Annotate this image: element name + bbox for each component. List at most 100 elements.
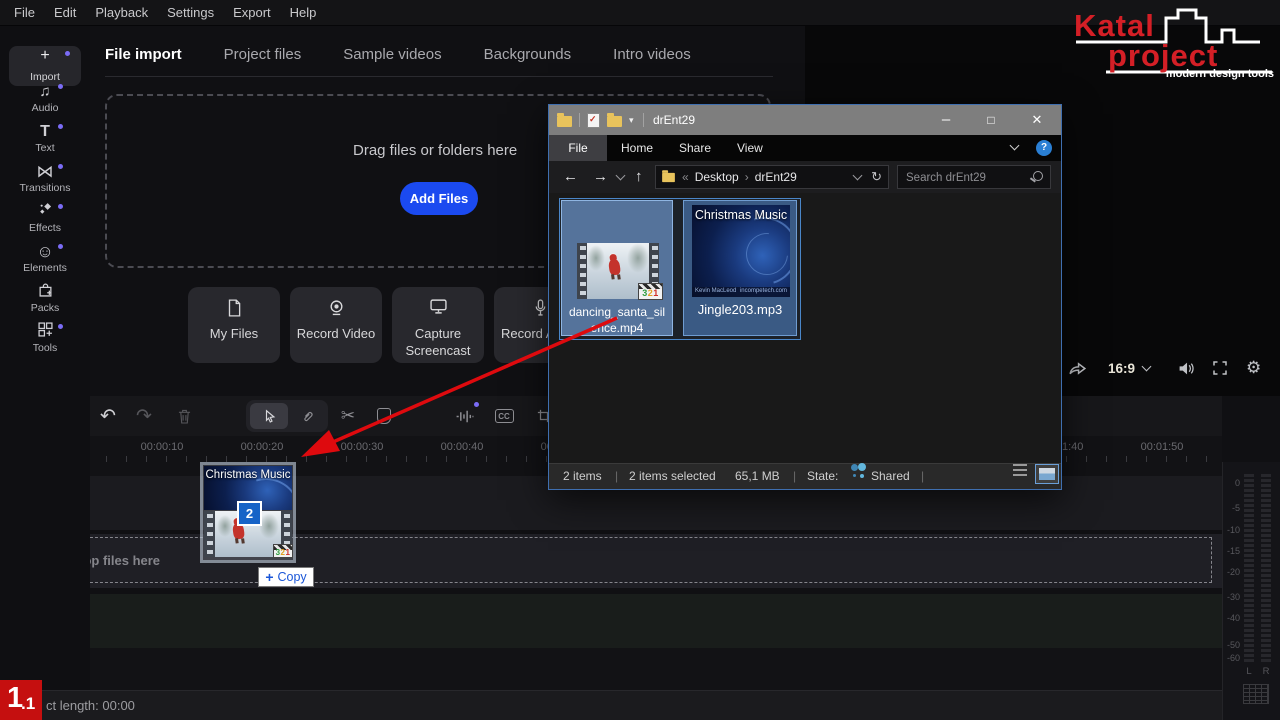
file-list-area[interactable]: 321 dancing_santa_sil ence.mp4 Christmas… <box>549 193 1061 463</box>
sidebar-item-transitions[interactable]: ⋈ Transitions <box>0 162 90 200</box>
volume-icon[interactable] <box>1178 356 1200 380</box>
search-input[interactable] <box>904 168 1028 188</box>
maximize-button[interactable]: □ <box>976 105 1006 135</box>
meter-scale-label: 0 <box>1234 478 1240 488</box>
tab-project-files[interactable]: Project files <box>224 46 302 63</box>
ribbon-tab-share[interactable]: Share <box>679 135 711 161</box>
tab-backgrounds[interactable]: Backgrounds <box>484 46 572 63</box>
minimize-button[interactable]: – <box>931 105 961 135</box>
close-button[interactable]: ✕ <box>1022 105 1052 135</box>
new-folder-icon[interactable] <box>607 113 622 127</box>
ruler-label: 00:00:30 <box>340 441 384 453</box>
captions-icon[interactable]: CC <box>492 404 516 428</box>
sidebar-item-label: Text <box>35 142 55 154</box>
undo-icon[interactable]: ↶ <box>96 404 120 428</box>
delete-trash-icon[interactable] <box>172 404 196 428</box>
ribbon-tab-home[interactable]: Home <box>621 135 653 161</box>
up-button[interactable]: ↑ <box>635 161 643 193</box>
santa-figure <box>607 258 622 276</box>
edit-mode-group <box>246 400 328 432</box>
my-files-button[interactable]: My Files <box>188 287 280 363</box>
aspect-ratio-selector[interactable]: 16:9 <box>1108 356 1152 380</box>
timeline-lower-area <box>0 648 1222 690</box>
film-sprocket <box>204 511 215 557</box>
record-video-button[interactable]: Record Video <box>290 287 382 363</box>
attach-clip-icon[interactable] <box>296 404 320 428</box>
breadcrumb-desktop[interactable]: Desktop <box>695 170 739 184</box>
menu-file[interactable]: File <box>14 5 35 20</box>
plus-icon: + <box>265 569 274 585</box>
ribbon-tab-file[interactable]: File <box>549 135 607 161</box>
mixer-grid-icon[interactable] <box>1243 684 1269 704</box>
redo-icon[interactable]: ↷ <box>132 404 156 428</box>
sidebar-item-import[interactable]: + Import <box>9 46 81 86</box>
address-dropdown-chevron-icon[interactable] <box>852 170 863 181</box>
shield-marker-icon[interactable] <box>372 404 396 428</box>
drop-zone-text: Drag files or folders here <box>353 142 518 159</box>
monitor-icon <box>429 299 447 319</box>
cc-label: CC <box>494 409 514 423</box>
breadcrumb-folder[interactable]: drEnt29 <box>755 170 797 184</box>
file-tile-video[interactable]: 321 dancing_santa_sil ence.mp4 <box>561 200 673 336</box>
thumbnail-view-button[interactable] <box>1035 464 1059 484</box>
meter-scale-label: -10 <box>1226 525 1240 535</box>
credit-site: incompetech.com <box>739 288 787 294</box>
notification-dot <box>58 164 63 169</box>
search-magnifier-icon[interactable] <box>1033 171 1043 181</box>
document-icon <box>227 299 241 319</box>
menu-edit[interactable]: Edit <box>54 5 76 20</box>
meter-scale-label: -50 <box>1226 640 1240 650</box>
ribbon-tabs: File Home Share View ? <box>549 135 1061 161</box>
sidebar-item-tools[interactable]: Tools <box>0 322 90 360</box>
menu-export[interactable]: Export <box>233 5 271 20</box>
sidebar-item-packs[interactable]: Packs <box>0 282 90 320</box>
add-files-button[interactable]: Add Files <box>400 182 478 215</box>
drag-count-badge: 2 <box>237 501 262 526</box>
video-track-2-active: ✳ Drop files here <box>0 534 1222 588</box>
window-folder-icon <box>557 113 572 127</box>
explorer-status-bar: 2 items | 2 items selected 65,1 MB | Sta… <box>549 463 1061 489</box>
refresh-icon[interactable]: ↻ <box>871 169 882 185</box>
history-chevron-icon[interactable] <box>615 170 626 181</box>
list-view-icon[interactable] <box>1013 464 1027 477</box>
properties-icon[interactable] <box>587 113 600 128</box>
tab-file-import[interactable]: File import <box>105 46 182 63</box>
menu-playback[interactable]: Playback <box>95 5 148 20</box>
back-button[interactable]: ← <box>563 161 578 193</box>
ribbon-collapse-chevron-icon[interactable] <box>1009 140 1020 151</box>
window-title-bar[interactable]: ▾ drEnt29 – □ ✕ <box>549 105 1061 135</box>
ribbon-tab-view[interactable]: View <box>737 135 763 161</box>
settings-gear-icon[interactable]: ⚙ <box>1246 356 1268 380</box>
help-button[interactable]: ? <box>1036 140 1052 156</box>
sidebar-item-audio[interactable]: ♫ Audio <box>0 82 90 120</box>
notification-dot <box>58 204 63 209</box>
meter-bar-right <box>1261 474 1271 664</box>
menu-settings[interactable]: Settings <box>167 5 214 20</box>
meter-scale-label: -30 <box>1226 592 1240 602</box>
menu-help[interactable]: Help <box>290 5 317 20</box>
drag-ghost-files: Christmas Music 321 2 <box>200 462 296 563</box>
sidebar-item-text[interactable]: T Text <box>0 122 90 160</box>
audio-waveform-icon[interactable] <box>452 404 476 428</box>
select-cursor-icon[interactable] <box>258 404 282 428</box>
forward-button[interactable]: → <box>593 161 608 193</box>
scissors-cut-icon[interactable]: ✂ <box>336 404 360 428</box>
tab-sample-videos[interactable]: Sample videos <box>343 46 441 63</box>
sidebar-item-elements[interactable]: ☺ Elements <box>0 242 90 280</box>
notification-dot <box>65 51 70 56</box>
share-jump-icon[interactable] <box>1068 356 1096 380</box>
search-box[interactable] <box>897 165 1051 189</box>
track-lane[interactable] <box>46 594 1222 648</box>
tab-intro-videos[interactable]: Intro videos <box>613 46 691 63</box>
address-bar[interactable]: « Desktop › drEnt29 ↻ <box>655 165 889 189</box>
sidebar-item-label: Effects <box>29 222 61 234</box>
quick-access-chevron-icon[interactable]: ▾ <box>629 105 634 135</box>
sidebar-item-effects[interactable]: Effects <box>0 202 90 240</box>
separator <box>579 113 580 127</box>
file-tile-audio[interactable]: Christmas Music Kevin MacLeod incompetec… <box>683 200 797 336</box>
shield-shape <box>377 408 391 424</box>
capture-screencast-button[interactable]: Capture Screencast <box>392 287 484 363</box>
channel-label-left: L <box>1246 666 1252 677</box>
fullscreen-icon[interactable] <box>1212 356 1234 380</box>
logo-tagline: modern design tools <box>1165 68 1274 80</box>
